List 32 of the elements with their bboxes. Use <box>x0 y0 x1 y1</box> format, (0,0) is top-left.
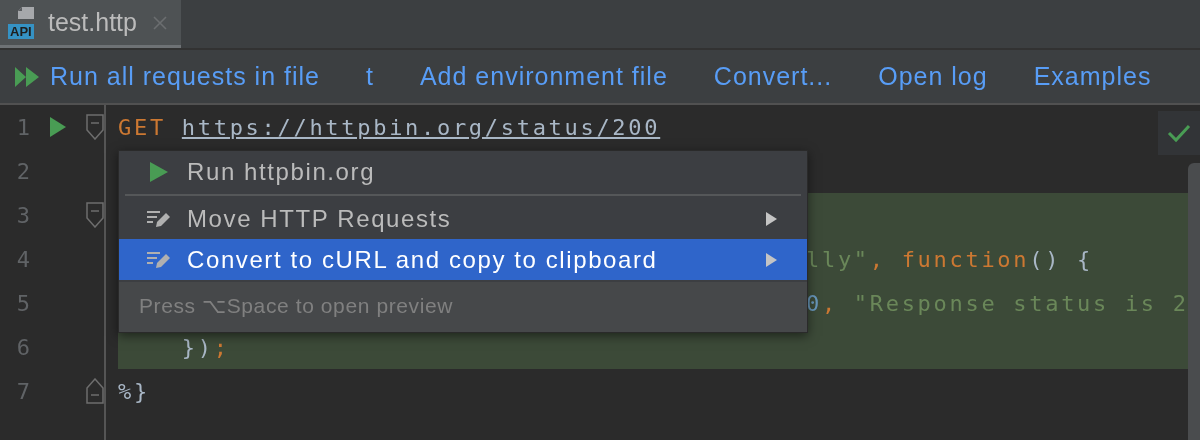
scrollbar[interactable] <box>1188 163 1200 440</box>
line-number: 1 <box>15 114 30 140</box>
toolbar-link[interactable]: Examples <box>1033 62 1152 91</box>
fold-marker-icon[interactable] <box>86 114 104 140</box>
code-text: GET https://httpbin.org/status/200 <box>118 114 661 140</box>
code-text: lly", function() { <box>806 246 1093 272</box>
file-tab[interactable]: API test.http <box>0 0 181 48</box>
play-icon[interactable] <box>50 117 66 137</box>
pencil-lines-icon <box>147 208 171 229</box>
fold-marker-icon[interactable] <box>86 202 104 228</box>
toolbar-link[interactable]: Convert... <box>713 62 833 91</box>
code-text: 0, "Response status is 2 <box>806 290 1189 316</box>
double-play-icon <box>14 65 40 88</box>
toolbar-link[interactable]: t <box>365 62 374 91</box>
hint-text: Press ⌥Space to open preview <box>119 282 807 332</box>
line-number: 4 <box>15 246 30 272</box>
toolbar-link[interactable]: Open log <box>878 62 988 91</box>
fold-marker-icon[interactable] <box>86 378 104 404</box>
line-number: 5 <box>15 290 30 316</box>
code-text: %} <box>118 378 150 404</box>
close-icon[interactable] <box>152 15 167 30</box>
line-number: 7 <box>15 378 30 404</box>
menu-item[interactable]: Convert to cURL and copy to clipboard <box>119 239 807 280</box>
menu-item[interactable]: Run httpbin.org <box>119 151 807 192</box>
toolbar-link[interactable]: Add environment file <box>419 62 668 91</box>
code-text: }); <box>180 334 230 360</box>
pencil-lines-icon <box>147 249 171 270</box>
menu-item[interactable]: Move HTTP Requests <box>119 198 807 239</box>
line-number: 2 <box>15 158 30 184</box>
check-icon <box>1167 123 1191 143</box>
line-number: 3 <box>15 202 30 228</box>
line-number: 6 <box>15 334 30 360</box>
